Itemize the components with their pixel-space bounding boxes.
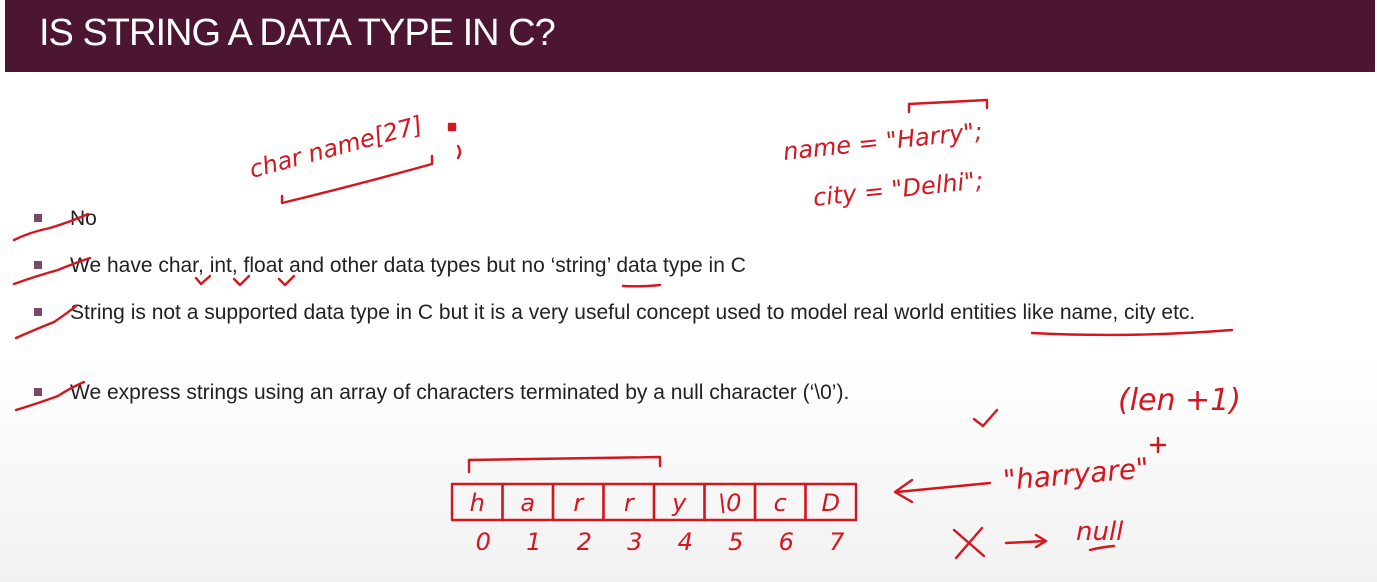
array-index-label: 5 <box>728 528 743 556</box>
slide-title: IS STRING A DATA TYPE IN C? <box>39 12 556 54</box>
underline <box>1030 328 1234 337</box>
bullet-marker <box>34 214 42 222</box>
string-example-annotation: "harryare" <box>1002 451 1150 497</box>
red-dot <box>447 122 457 132</box>
plus-mark <box>1149 436 1167 454</box>
bullet-marker <box>34 308 42 316</box>
bracket-mark <box>467 455 662 474</box>
array-cell <box>450 482 504 522</box>
bullet-marker <box>34 261 42 269</box>
bullet-text: No <box>70 207 97 230</box>
array-cell <box>703 482 757 522</box>
array-index-label: 4 <box>678 528 693 556</box>
array-cell-char: y <box>671 489 687 517</box>
array-cell <box>551 482 605 522</box>
title-bar: IS STRING A DATA TYPE IN C? <box>5 0 1375 72</box>
array-index-label: 6 <box>779 528 794 556</box>
name-assignment-annotation: name = "Harry"; <box>782 117 984 166</box>
array-index-label: 1 <box>526 528 541 556</box>
array-cell <box>804 482 858 522</box>
cross-icon <box>952 526 986 560</box>
array-cell-char: D <box>822 489 840 517</box>
checkmark-icon <box>14 304 78 340</box>
array-cell <box>602 482 656 522</box>
null-annotation: null <box>1076 517 1124 547</box>
array-cell-char: c <box>774 489 787 517</box>
tick-mark <box>972 408 999 428</box>
array-cell-char: \0 <box>718 489 741 517</box>
semicolon-mark <box>456 144 462 160</box>
declaration-annotation: char name[27] <box>246 111 425 184</box>
array-cell-char: r <box>624 489 636 517</box>
bullet-text: String is not a supported data type in C… <box>70 301 1196 324</box>
arrow-left-icon <box>893 478 992 504</box>
array-cell-char: h <box>470 489 485 517</box>
bracket-mark <box>907 98 989 114</box>
arrow-right-icon <box>1004 533 1048 549</box>
array-cell-char: a <box>520 489 535 517</box>
underline <box>621 283 662 288</box>
array-index-label: 7 <box>829 528 845 556</box>
array-cell <box>652 482 706 522</box>
array-index-label: 2 <box>577 528 592 556</box>
underline <box>1088 544 1116 552</box>
bullet-text: We have char, int, float and other data … <box>70 254 746 277</box>
array-cell-char: r <box>573 489 585 517</box>
array-index-label: 3 <box>627 528 642 556</box>
bullet-text: We express strings using an array of cha… <box>70 381 850 404</box>
handwritten-annotations: char name[27] name = "Harry"; city = "De… <box>12 98 1241 560</box>
bullet-marker <box>34 388 42 396</box>
array-cell <box>753 482 807 522</box>
array-index-label: 0 <box>476 528 491 556</box>
array-cell <box>501 482 555 522</box>
brace-underline <box>280 154 434 205</box>
